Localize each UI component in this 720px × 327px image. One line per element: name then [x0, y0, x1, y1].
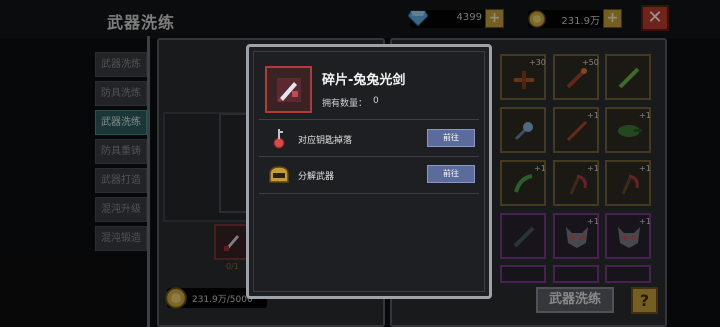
source-label: 对应钥匙掉落 [298, 136, 353, 146]
row-divider [259, 156, 479, 157]
goto-key-drop-button[interactable]: 前往 [427, 129, 475, 147]
row-divider [259, 193, 479, 194]
owned-label: 拥有数量： [322, 99, 368, 109]
goto-dismantle-button[interactable]: 前往 [427, 165, 475, 183]
source-label: 分解武器 [298, 172, 335, 182]
item-source-popup: 碎片-兔兔光剑 拥有数量： 0 对应钥匙掉落 前往 分解武器 前往 [246, 44, 492, 299]
source-row-key-drop: 对应钥匙掉落 前往 [259, 123, 479, 155]
item-name: 碎片-兔兔光剑 [322, 73, 406, 88]
sword-shard-icon [276, 77, 302, 107]
item-icon-frame [265, 66, 312, 113]
row-divider [259, 119, 479, 120]
anvil-pot-icon [267, 162, 291, 186]
source-row-dismantle: 分解武器 前往 [259, 159, 479, 191]
owned-count: 0 [373, 96, 379, 106]
key-icon [267, 126, 291, 150]
